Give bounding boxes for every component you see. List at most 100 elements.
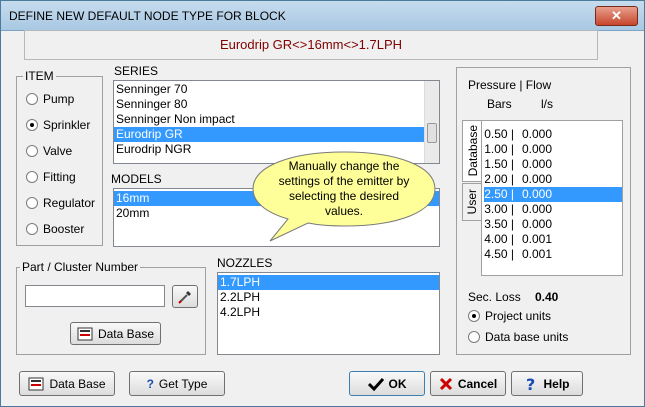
pressure-bars-value: 3.00 | xyxy=(484,202,514,216)
flow-value: 0.000 xyxy=(522,172,553,186)
pressure-flow-row[interactable]: 4.00 | 0.001 xyxy=(484,232,622,247)
item-option-valve[interactable]: Valve xyxy=(26,144,72,158)
tab-user[interactable]: User xyxy=(462,183,482,221)
item-option-regulator[interactable]: Regulator xyxy=(26,196,95,210)
help-callout: Manually change the settings of the emit… xyxy=(252,151,436,243)
pressure-bars-value: 2.00 | xyxy=(484,172,514,186)
item-option-label: Regulator xyxy=(43,196,96,210)
item-option-fitting[interactable]: Fitting xyxy=(26,170,76,184)
radio-button[interactable] xyxy=(26,145,38,157)
series-list-item[interactable]: Senninger Non impact xyxy=(114,112,439,127)
checkmark-icon xyxy=(367,377,384,391)
pressure-flow-group: Pressure | Flow Bars l/s Database User 0… xyxy=(456,67,631,355)
pressure-flow-row[interactable]: 4.50 | 0.001 xyxy=(484,247,622,262)
pressure-bars-value: 4.00 | xyxy=(484,232,514,246)
series-label: SERIES xyxy=(114,64,159,78)
flow-value: 0.000 xyxy=(522,157,553,171)
pressure-flow-row[interactable]: 1.50 | 0.000 xyxy=(484,157,622,172)
item-option-booster[interactable]: Booster xyxy=(26,222,84,236)
bars-header: Bars xyxy=(487,97,512,111)
part-database-button[interactable]: Data Base xyxy=(70,322,161,345)
eyedropper-icon xyxy=(178,290,191,304)
radio-button[interactable] xyxy=(468,310,480,322)
ok-button[interactable]: OK xyxy=(349,371,425,396)
pressure-bars-value: 2.50 | xyxy=(484,187,514,201)
database-button-label: Data Base xyxy=(49,376,106,391)
pressure-bars-value: 1.50 | xyxy=(484,157,514,171)
cancel-label: Cancel xyxy=(457,376,498,391)
get-type-icon: ? xyxy=(146,376,154,391)
flow-value: 0.000 xyxy=(522,187,553,201)
sec-loss-value: 0.40 xyxy=(535,290,559,304)
flow-value: 0.000 xyxy=(522,127,553,141)
database-button[interactable]: Data Base xyxy=(19,371,115,396)
pressure-flow-row[interactable]: 3.50 | 0.000 xyxy=(484,217,622,232)
units-option-label: Project units xyxy=(485,309,552,323)
get-type-button[interactable]: ? Get Type xyxy=(129,371,225,396)
pressure-flow-row[interactable]: 1.00 | 0.000 xyxy=(484,142,622,157)
item-group: ITEM Pump Sprinkler Valve Fitting Regulator B… xyxy=(16,69,103,246)
pressure-bars-value: 4.50 | xyxy=(484,247,514,261)
part-group: Part / Cluster Number Data Base xyxy=(16,260,206,355)
part-database-label: Data Base xyxy=(97,326,155,341)
nozzles-label: NOZZLES xyxy=(217,256,273,270)
radio-button[interactable] xyxy=(26,171,38,183)
nozzles-list-item[interactable]: 1.7LPH xyxy=(218,275,439,290)
item-option-label: Booster xyxy=(43,222,85,236)
radio-button[interactable] xyxy=(26,93,38,105)
radio-button[interactable] xyxy=(468,331,480,343)
pressure-flow-row[interactable]: 2.00 | 0.000 xyxy=(484,172,622,187)
ok-label: OK xyxy=(388,376,407,391)
nozzles-list-item[interactable]: 4.2LPH xyxy=(218,305,439,320)
radio-button[interactable] xyxy=(26,223,38,235)
series-scroll-thumb[interactable] xyxy=(427,123,437,143)
callout-text: Manually change the settings of the emit… xyxy=(278,159,410,218)
part-lookup-button[interactable] xyxy=(172,285,198,308)
models-label: MODELS xyxy=(111,172,162,186)
selected-node-type-header: Eurodrip GR<>16mm<>1.7LPH xyxy=(24,30,598,60)
get-type-label: Get Type xyxy=(158,376,208,391)
tab-database[interactable]: Database xyxy=(462,120,482,182)
title-bar: DEFINE NEW DEFAULT NODE TYPE FOR BLOCK ✕ xyxy=(1,1,644,31)
database-icon xyxy=(77,327,93,340)
nozzles-list-item[interactable]: 2.2LPH xyxy=(218,290,439,305)
flow-value: 0.000 xyxy=(522,142,553,156)
dialog-window: DEFINE NEW DEFAULT NODE TYPE FOR BLOCK ✕… xyxy=(0,0,645,407)
radio-button[interactable] xyxy=(26,197,38,209)
units-option-project[interactable]: Project units xyxy=(468,309,551,323)
flow-value: 0.001 xyxy=(522,247,553,261)
pressure-flow-row[interactable]: 0.50 | 0.000 xyxy=(484,127,622,142)
item-option-label: Fitting xyxy=(43,170,76,184)
pressure-flow-row[interactable]: 3.00 | 0.000 xyxy=(484,202,622,217)
pressure-flow-row[interactable]: 2.50 | 0.000 xyxy=(484,187,622,202)
flow-header: l/s xyxy=(541,97,553,111)
database-icon xyxy=(28,377,44,390)
svg-text:?: ? xyxy=(526,376,535,392)
help-button[interactable]: ? Help xyxy=(511,371,583,396)
close-icon: ✕ xyxy=(611,8,622,23)
item-group-label: ITEM xyxy=(23,69,56,83)
item-option-label: Valve xyxy=(43,144,73,158)
item-option-label: Pump xyxy=(43,92,75,106)
help-label: Help xyxy=(543,376,570,391)
pressure-bars-value: 1.00 | xyxy=(484,142,514,156)
series-list-item[interactable]: Eurodrip GR xyxy=(114,127,439,142)
item-option-pump[interactable]: Pump xyxy=(26,92,74,106)
nozzles-list[interactable]: 1.7LPH 2.2LPH 4.2LPH xyxy=(217,272,440,355)
pressure-flow-list[interactable]: 0.50 | 0.000 1.00 | 0.000 1.50 | 0.000 2.00 | 0… xyxy=(481,120,623,276)
flow-value: 0.001 xyxy=(522,232,553,246)
units-option-database[interactable]: Data base units xyxy=(468,330,568,344)
series-list-item[interactable]: Senninger 80 xyxy=(114,97,439,112)
tab-user-label: User xyxy=(465,189,479,215)
cancel-button[interactable]: Cancel xyxy=(430,371,506,396)
radio-button[interactable] xyxy=(26,119,38,131)
series-list-item[interactable]: Senninger 70 xyxy=(114,82,439,97)
flow-value: 0.000 xyxy=(522,217,553,231)
cancel-x-icon xyxy=(439,377,452,390)
item-option-sprinkler[interactable]: Sprinkler xyxy=(26,118,90,132)
sec-loss-label: Sec. Loss xyxy=(468,290,521,304)
close-button[interactable]: ✕ xyxy=(595,6,638,26)
flow-value: 0.000 xyxy=(522,202,553,216)
pressure-flow-title: Pressure | Flow xyxy=(468,78,552,92)
part-number-input[interactable] xyxy=(25,285,165,307)
